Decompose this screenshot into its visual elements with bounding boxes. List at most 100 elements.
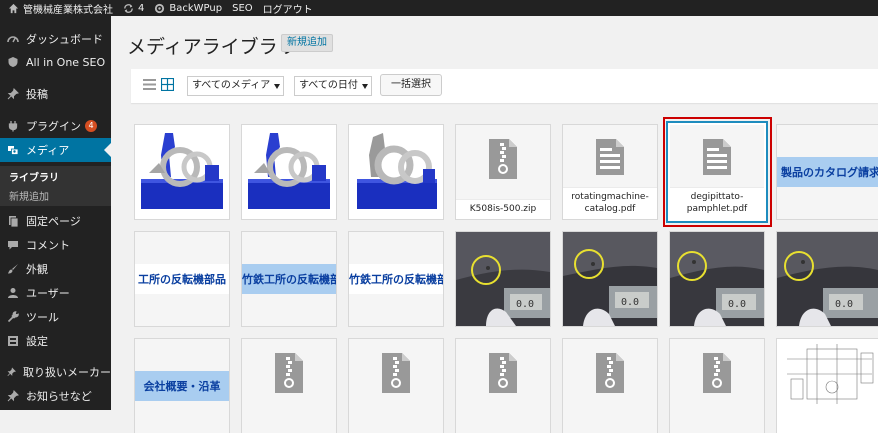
date-filter-value: すべての日付 bbox=[299, 80, 358, 91]
brush-icon bbox=[8, 264, 18, 274]
page-title: メディアライブラリ bbox=[127, 36, 297, 58]
sidebar-item-label: ユーザー bbox=[26, 287, 70, 300]
gauge-photo: 0.0 bbox=[563, 232, 657, 326]
sidebar-item-comments[interactable]: コメント bbox=[0, 233, 111, 257]
sidebar-item-news[interactable]: お知らせなど bbox=[0, 384, 111, 408]
sidebar-item-label: メディア bbox=[26, 144, 70, 157]
highlight-frame bbox=[663, 117, 772, 227]
sidebar-item-label: プラグイン bbox=[26, 120, 81, 133]
refresh-icon bbox=[124, 3, 133, 13]
sidebar-item-label: コメント bbox=[26, 239, 70, 252]
admin-bar: 管機械産業株式会社 4 BackWPup SEO ログアウト bbox=[0, 0, 878, 16]
attachment-gauge-photo-2[interactable]: 0.0 bbox=[563, 232, 657, 326]
sidebar-item-posts[interactable]: 投稿 bbox=[0, 82, 111, 106]
banner-text: 会社概要・沿革 bbox=[135, 371, 229, 401]
attachment-gauge-photo-3[interactable]: 0.0 bbox=[670, 232, 764, 326]
technical-drawing-image bbox=[777, 339, 878, 433]
sidebar-item-pages[interactable]: 固定ページ bbox=[0, 209, 111, 233]
admin-bar-backwpup[interactable]: BackWPup bbox=[149, 0, 227, 16]
sidebar-item-label: 投稿 bbox=[26, 88, 48, 101]
attachment-machine-2[interactable] bbox=[242, 125, 336, 219]
sidebar-item-media[interactable]: メディア bbox=[0, 138, 111, 162]
attachment-banner-company[interactable]: 会社概要・沿革 bbox=[135, 339, 229, 433]
sidebar-item-users[interactable]: ユーザー bbox=[0, 281, 111, 305]
list-view-icon[interactable] bbox=[143, 78, 156, 91]
attachment-drawing[interactable] bbox=[777, 339, 878, 433]
admin-bar-seo[interactable]: SEO bbox=[227, 0, 258, 16]
machine-image bbox=[248, 133, 330, 209]
current-menu-arrow bbox=[104, 143, 111, 157]
attachment-gauge-photo-4[interactable]: 0.0 bbox=[777, 232, 878, 326]
sidebar-item-label: 固定ページ bbox=[26, 215, 81, 228]
sidebar-item-manufacturers[interactable]: 取り扱いメーカー bbox=[0, 360, 111, 384]
attachment-banner-1[interactable]: 工所の反転機部品 bbox=[135, 232, 229, 326]
gauge-reading: 0.0 bbox=[516, 299, 534, 310]
admin-bar-site[interactable]: 管機械産業株式会社 bbox=[0, 0, 118, 16]
admin-bar-logout[interactable]: ログアウト bbox=[258, 0, 318, 16]
backwpup-label: BackWPup bbox=[169, 2, 223, 14]
admin-bar-updates[interactable]: 4 bbox=[118, 0, 149, 16]
attachment-zip-4[interactable] bbox=[456, 339, 550, 433]
admin-sidebar: ダッシュボード All in One SEO 投稿 プラグイン 4 メディア 固… bbox=[0, 16, 111, 410]
banner-text: 竹鉄工所の反転機部 bbox=[242, 264, 336, 294]
media-icon bbox=[8, 146, 19, 155]
plugin-update-badge: 4 bbox=[85, 120, 97, 132]
banner-text: 製品のカタログ請求はこ bbox=[777, 157, 878, 187]
add-new-button[interactable]: 新規追加 bbox=[281, 34, 333, 52]
page-icon bbox=[9, 216, 19, 227]
user-icon bbox=[8, 288, 18, 298]
attachment-zip-5[interactable] bbox=[563, 339, 657, 433]
sidebar-item-tools[interactable]: ツール bbox=[0, 305, 111, 329]
chevron-down-icon bbox=[274, 84, 281, 89]
attachment-zip-6[interactable] bbox=[670, 339, 764, 433]
sidebar-item-label: 取り扱いメーカー bbox=[23, 366, 111, 379]
sidebar-item-all-in-one-seo[interactable]: All in One SEO bbox=[0, 50, 111, 74]
zip-file-icon bbox=[275, 353, 303, 393]
attachment-banner-catalog[interactable]: 製品のカタログ請求はこ bbox=[777, 125, 878, 219]
attachment-zip-3[interactable] bbox=[349, 339, 443, 433]
machine-image bbox=[141, 133, 223, 209]
media-type-filter-value: すべてのメディア bbox=[192, 80, 271, 91]
machine-image bbox=[357, 133, 437, 209]
sidebar-item-dashboard[interactable]: ダッシュボード bbox=[0, 27, 111, 51]
attachment-pdf-rotatingmachine-catalog[interactable]: rotatingmachine- catalog.pdf bbox=[563, 125, 657, 219]
attachment-banner-2[interactable]: 竹鉄工所の反転機部 bbox=[242, 232, 336, 326]
attachment-zip-2[interactable] bbox=[242, 339, 336, 433]
banner-text: 工所の反転機部品 bbox=[135, 264, 229, 294]
updates-count: 4 bbox=[138, 2, 145, 14]
submenu-add-new[interactable]: 新規追加 bbox=[9, 188, 49, 203]
pin-icon bbox=[7, 88, 19, 100]
sidebar-item-label: 外観 bbox=[26, 263, 48, 276]
zip-file-icon bbox=[703, 353, 731, 393]
media-type-filter[interactable]: すべてのメディア bbox=[187, 76, 285, 96]
zip-file-icon bbox=[489, 139, 517, 179]
chevron-down-icon bbox=[361, 84, 368, 89]
grid-view-icon[interactable] bbox=[161, 78, 174, 91]
gauge-reading: 0.0 bbox=[621, 297, 639, 308]
home-icon bbox=[8, 3, 19, 13]
media-submenu: ライブラリ 新規追加 bbox=[0, 166, 111, 206]
pin-icon bbox=[7, 390, 19, 402]
zip-file-icon bbox=[489, 353, 517, 393]
sidebar-item-label: ダッシュボード bbox=[26, 33, 103, 46]
bulk-select-button[interactable]: 一括選択 bbox=[380, 74, 442, 96]
attachment-gauge-photo-1[interactable]: 0.0 bbox=[456, 232, 550, 326]
zip-file-icon bbox=[596, 353, 624, 393]
media-toolbar: すべてのメディア すべての日付 一括選択 bbox=[131, 69, 878, 103]
attachment-zip-k508is[interactable]: K508is-500.zip bbox=[456, 125, 550, 219]
wrench-icon bbox=[7, 311, 19, 323]
dashboard-icon bbox=[7, 36, 19, 43]
sidebar-item-label: お知らせなど bbox=[26, 390, 92, 403]
attachment-machine-1[interactable] bbox=[135, 125, 229, 219]
sidebar-item-settings[interactable]: 設定 bbox=[0, 329, 111, 353]
sidebar-item-label: ツール bbox=[26, 311, 59, 324]
banner-text: 竹鉄工所の反転機部 bbox=[349, 264, 443, 294]
attachment-machine-3[interactable] bbox=[349, 125, 443, 219]
sidebar-item-plugins[interactable]: プラグイン 4 bbox=[0, 114, 111, 138]
submenu-library[interactable]: ライブラリ bbox=[9, 169, 59, 184]
date-filter[interactable]: すべての日付 bbox=[294, 76, 372, 96]
gauge-reading: 0.0 bbox=[728, 299, 746, 310]
attachment-filename: K508is-500.zip bbox=[456, 199, 550, 219]
attachment-banner-3[interactable]: 竹鉄工所の反転機部 bbox=[349, 232, 443, 326]
sidebar-item-appearance[interactable]: 外観 bbox=[0, 257, 111, 281]
